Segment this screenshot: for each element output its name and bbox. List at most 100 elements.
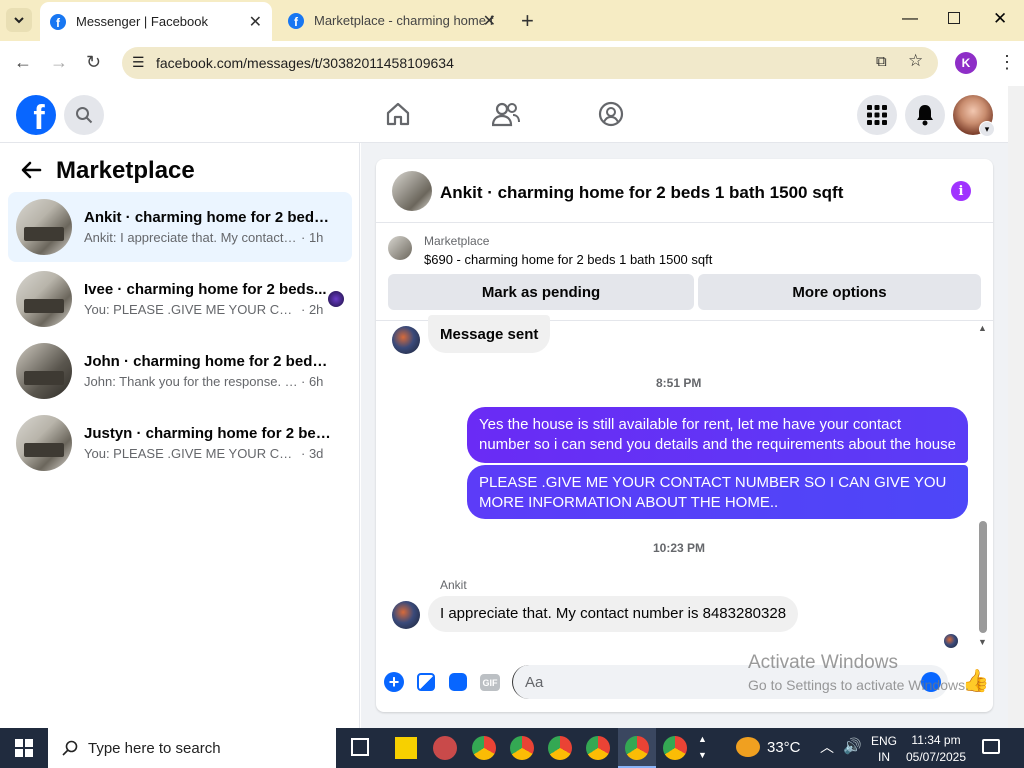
conversation-item[interactable]: Ankit · charming home for 2 beds ... Ank… bbox=[8, 192, 352, 262]
taskbar-search-placeholder: Type here to search bbox=[88, 739, 221, 757]
close-tab-icon[interactable]: ✕ bbox=[249, 12, 262, 32]
gif-icon[interactable]: GIF bbox=[480, 674, 500, 691]
chat-title[interactable]: Ankit · charming home for 2 beds 1 bath … bbox=[440, 183, 843, 203]
conversation-time: · 6h bbox=[301, 374, 324, 389]
browser-menu-icon[interactable]: ⋮ bbox=[998, 52, 1016, 73]
sender-avatar bbox=[392, 601, 420, 629]
facebook-favicon-icon: f bbox=[50, 13, 66, 30]
timestamp: 10:23 PM bbox=[653, 541, 706, 555]
new-tab-button[interactable]: + bbox=[521, 8, 534, 34]
weather-temperature[interactable]: 33°C bbox=[767, 739, 801, 756]
search-icon bbox=[76, 107, 93, 124]
mark-as-pending-button[interactable]: Mark as pending bbox=[388, 274, 694, 310]
taskbar-search-box[interactable]: Type here to search bbox=[48, 728, 336, 768]
app-icon[interactable] bbox=[433, 736, 457, 760]
forward-icon[interactable]: → bbox=[50, 52, 68, 73]
outgoing-message[interactable]: Yes the house is still available for ren… bbox=[467, 407, 968, 463]
page-scrollbar[interactable] bbox=[1008, 86, 1024, 728]
sender-name: Ankit bbox=[440, 578, 467, 592]
conversation-title: John · charming home for 2 beds 1... bbox=[84, 353, 334, 370]
profile-avatar[interactable]: K bbox=[955, 52, 977, 74]
plus-icon[interactable]: + bbox=[384, 672, 404, 692]
seen-avatar bbox=[944, 634, 958, 648]
listing-label: Marketplace bbox=[424, 234, 490, 248]
conversation-title: Ankit · charming home for 2 beds ... bbox=[84, 209, 334, 226]
chat-header: Ankit · charming home for 2 beds 1 bath … bbox=[376, 159, 993, 223]
show-hidden-icons[interactable]: ︿ bbox=[820, 737, 834, 757]
listing-thumbnail bbox=[16, 271, 72, 327]
chrome-icon[interactable] bbox=[510, 736, 534, 760]
account-chevron-icon[interactable]: ▾ bbox=[979, 121, 995, 137]
search-icon bbox=[62, 740, 78, 756]
listing-thumbnail bbox=[16, 343, 72, 399]
windows-start-icon[interactable] bbox=[15, 739, 33, 757]
taskbar-scroll-icon[interactable]: ▲ ▼ bbox=[698, 731, 707, 763]
bookmark-star-icon[interactable]: ☆ bbox=[908, 51, 923, 71]
friends-nav-icon[interactable] bbox=[491, 101, 520, 132]
chat-window: Ankit · charming home for 2 beds 1 bath … bbox=[376, 159, 993, 712]
tab-title: Marketplace - charming home f bbox=[314, 13, 494, 28]
close-tab-icon[interactable]: ✕ bbox=[483, 11, 496, 31]
info-icon[interactable]: i bbox=[951, 181, 971, 201]
conversation-title: Ivee · charming home for 2 beds... bbox=[84, 281, 327, 298]
activation-watermark-title: Activate Windows bbox=[748, 652, 898, 673]
tab-marketplace[interactable]: f Marketplace - charming home f ✕ bbox=[278, 0, 510, 41]
site-info-icon[interactable]: ☰ bbox=[132, 54, 145, 71]
groups-nav-icon[interactable] bbox=[598, 101, 624, 132]
reload-icon[interactable]: ↻ bbox=[86, 52, 101, 73]
sticker-icon[interactable] bbox=[449, 673, 467, 691]
conversation-time: · 3d bbox=[301, 446, 324, 461]
facebook-logo[interactable]: f bbox=[16, 95, 56, 135]
chat-scrollbar-thumb[interactable] bbox=[979, 521, 987, 633]
read-receipt-avatar bbox=[328, 291, 344, 307]
notifications-center-icon[interactable] bbox=[982, 739, 1000, 754]
tab-title: Messenger | Facebook bbox=[76, 14, 208, 29]
scroll-up-icon[interactable]: ▲ bbox=[978, 323, 987, 333]
conversation-item[interactable]: John · charming home for 2 beds 1... Joh… bbox=[8, 336, 352, 406]
listing-description[interactable]: $690 - charming home for 2 beds 1 bath 1… bbox=[424, 252, 712, 267]
volume-icon[interactable]: 🔊 bbox=[843, 737, 862, 755]
chevron-down-icon bbox=[14, 17, 24, 24]
outgoing-message[interactable]: PLEASE .GIVE ME YOUR CONTACT NUMBER SO I… bbox=[467, 465, 968, 519]
address-bar[interactable]: ☰ facebook.com/messages/t/30382011458109… bbox=[122, 47, 938, 79]
conversation-time: · 1h bbox=[301, 230, 324, 245]
conversation-item[interactable]: Ivee · charming home for 2 beds... You: … bbox=[8, 264, 352, 334]
grid-menu-icon bbox=[867, 105, 887, 125]
chrome-icon[interactable] bbox=[625, 736, 649, 760]
back-arrow-icon[interactable] bbox=[20, 159, 42, 186]
weather-icon[interactable] bbox=[736, 737, 760, 757]
language-indicator[interactable]: ENG IN bbox=[871, 733, 897, 765]
activation-watermark-subtitle: Go to Settings to activate Windows. bbox=[748, 677, 969, 693]
chrome-icon[interactable] bbox=[586, 736, 610, 760]
timestamp: 8:51 PM bbox=[656, 376, 702, 390]
conversation-title: Justyn · charming home for 2 beds... bbox=[84, 425, 334, 442]
tab-messenger[interactable]: f Messenger | Facebook ✕ bbox=[40, 2, 272, 41]
task-view-icon[interactable] bbox=[351, 738, 369, 756]
conversation-preview: Ankit: I appreciate that. My contact n..… bbox=[84, 230, 299, 245]
clock[interactable]: 11:34 pm 05/07/2025 bbox=[904, 732, 968, 766]
incoming-message[interactable]: I appreciate that. My contact number is … bbox=[428, 596, 799, 632]
chrome-icon[interactable] bbox=[663, 736, 687, 760]
gallery-icon[interactable] bbox=[417, 673, 435, 691]
sticky-notes-icon[interactable] bbox=[395, 737, 417, 759]
bell-icon bbox=[917, 105, 933, 126]
chrome-icon[interactable] bbox=[472, 736, 496, 760]
back-icon[interactable]: ← bbox=[14, 52, 32, 73]
menu-button[interactable] bbox=[857, 95, 897, 135]
close-window-button[interactable]: ✕ bbox=[993, 9, 1007, 29]
notifications-button[interactable] bbox=[905, 95, 945, 135]
search-button[interactable] bbox=[64, 95, 104, 135]
message-sent-bubble: Message sent bbox=[428, 315, 551, 353]
url-text: facebook.com/messages/t/3038201145810963… bbox=[156, 55, 454, 71]
chrome-icon[interactable] bbox=[548, 736, 572, 760]
scroll-down-icon[interactable]: ▼ bbox=[978, 637, 987, 647]
minimize-button[interactable]: — bbox=[902, 10, 918, 28]
conversation-item[interactable]: Justyn · charming home for 2 beds... You… bbox=[8, 408, 352, 478]
tab-search-button[interactable] bbox=[6, 8, 32, 32]
tab-strip: f Messenger | Facebook ✕ f Marketplace -… bbox=[0, 0, 1024, 41]
home-nav-icon[interactable] bbox=[385, 101, 411, 132]
maximize-button[interactable] bbox=[948, 12, 960, 24]
more-options-button[interactable]: More options bbox=[698, 274, 981, 310]
install-app-icon[interactable]: ⧉ bbox=[876, 53, 887, 70]
listing-banner: Marketplace $690 - charming home for 2 b… bbox=[376, 224, 993, 321]
